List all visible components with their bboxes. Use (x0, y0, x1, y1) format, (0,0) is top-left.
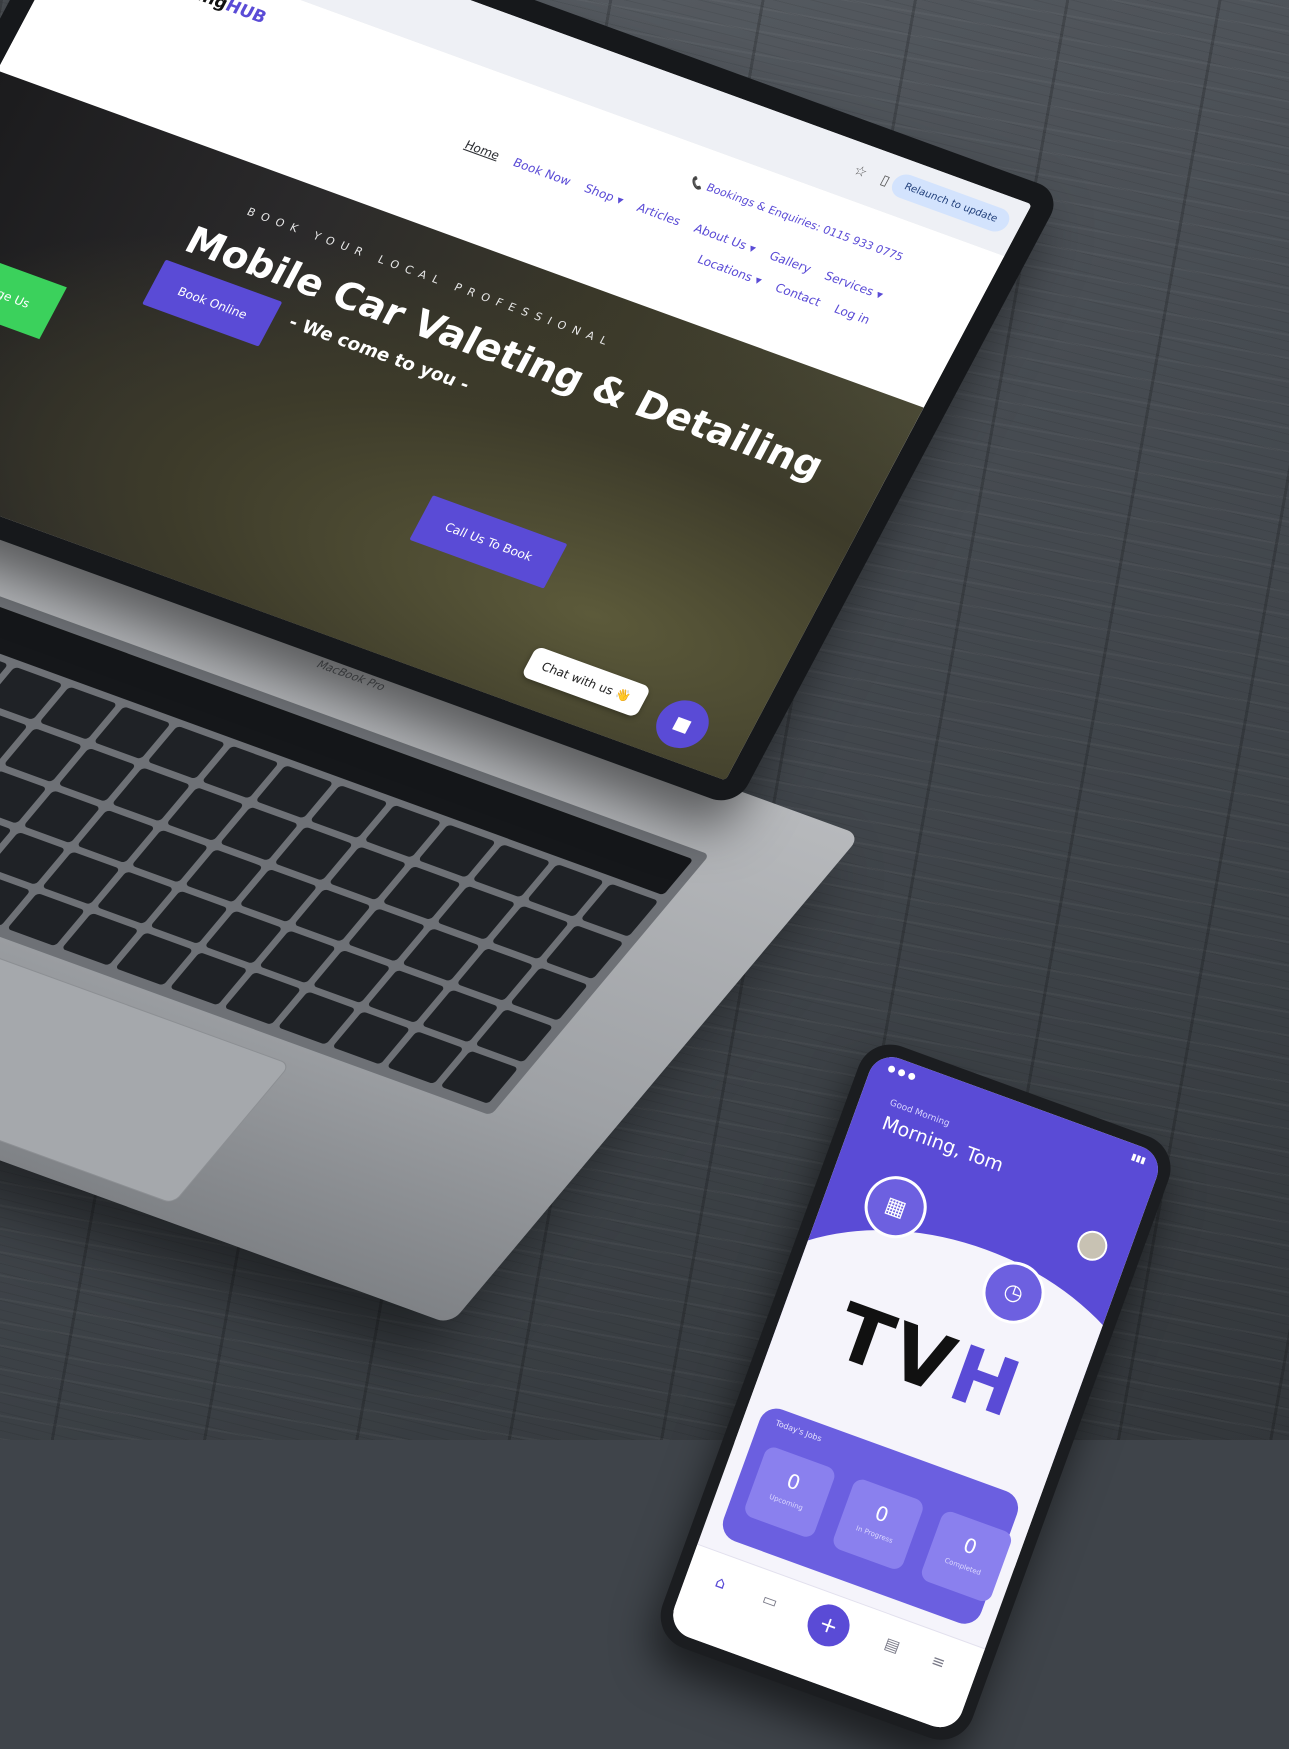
stat-completed[interactable]: 0 Completed (919, 1509, 1014, 1604)
nav-services[interactable]: Services ▾ (822, 269, 885, 302)
calendar-icon: ▦ (881, 1191, 910, 1223)
nav-articles[interactable]: Articles (635, 201, 684, 229)
extensions-icon[interactable]: ▯ (878, 172, 893, 189)
bookmark-star-icon[interactable]: ☆ (851, 163, 870, 182)
add-button[interactable]: + (801, 1598, 856, 1653)
menu-icon[interactable]: ≡ (929, 1650, 948, 1672)
nav-shop[interactable]: Shop ▾ (582, 181, 626, 207)
call-to-book-button[interactable]: Call Us To Book (409, 495, 568, 589)
stat-in-progress[interactable]: 0 In Progress (830, 1476, 926, 1572)
logo-text-hub: HUB (221, 0, 270, 28)
stat-value: 0 (960, 1532, 981, 1560)
chat-icon: ■ (669, 711, 696, 737)
nav-log-in[interactable]: Log in (832, 302, 873, 327)
car-icon[interactable]: ▭ (760, 1589, 781, 1612)
e-message-button[interactable]: E-Message Us (0, 241, 68, 340)
chat-bubble[interactable]: Chat with us 👋 (521, 645, 652, 718)
stat-value: 0 (871, 1500, 892, 1528)
logo-text: Thevaleting (115, 0, 231, 14)
nav-home[interactable]: Home (462, 138, 502, 163)
stat-value: 0 (783, 1468, 804, 1496)
invoice-icon[interactable]: ▤ (882, 1633, 903, 1656)
site-logo[interactable]: ThevaletingHUB (115, 0, 270, 28)
nav-contact[interactable]: Contact (773, 281, 824, 309)
clock-icon: ◷ (1000, 1277, 1027, 1308)
home-icon[interactable]: ⌂ (713, 1572, 729, 1593)
chat-button[interactable]: ■ (647, 693, 718, 756)
nav-about-us[interactable]: About Us ▾ (692, 221, 759, 255)
nav-book-now[interactable]: Book Now (511, 155, 574, 188)
stat-upcoming[interactable]: 0 Upcoming (742, 1444, 838, 1540)
plus-icon: + (815, 1610, 842, 1641)
nav-gallery[interactable]: Gallery (767, 249, 814, 276)
nav-locations[interactable]: Locations ▾ (695, 252, 764, 287)
